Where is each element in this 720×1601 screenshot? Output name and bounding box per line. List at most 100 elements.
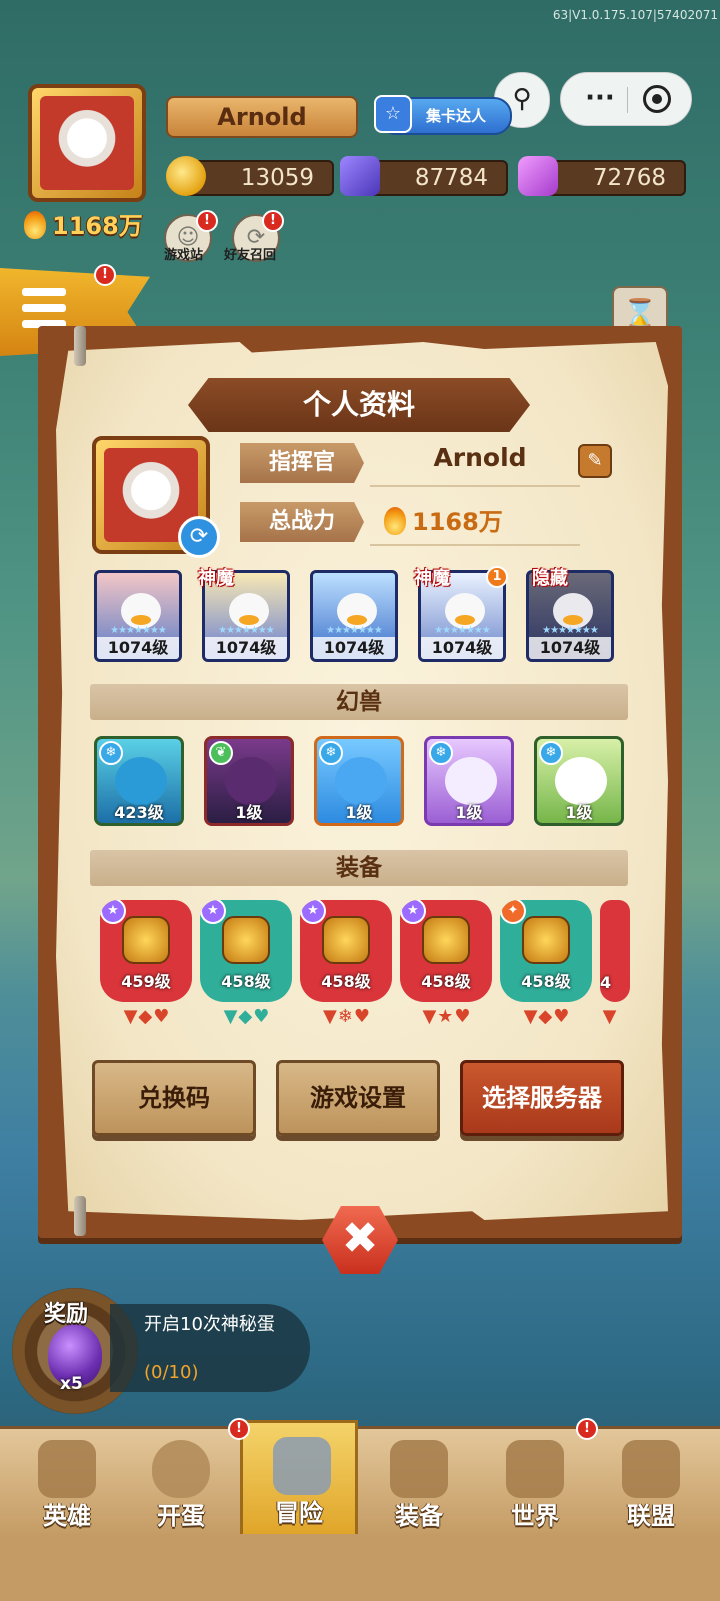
capsule-divider	[627, 87, 628, 113]
nav-label: 开蛋	[157, 1502, 205, 1530]
hero-level: 1074级	[313, 637, 395, 659]
gem-slots: ▼	[602, 1006, 618, 1027]
gem-icon	[518, 156, 558, 196]
alert-badge: !	[196, 210, 218, 232]
egg-icon	[152, 1440, 210, 1498]
shield-icon	[622, 1440, 680, 1498]
equipment-card[interactable]: ✦ 458级	[500, 900, 592, 1002]
hero-icon	[38, 1440, 96, 1498]
gem-value: 72768	[592, 165, 666, 191]
equipment-level: 458级	[421, 972, 471, 991]
more-icon[interactable]: ···	[575, 73, 625, 123]
game-station-label: 游戏站	[164, 248, 204, 263]
gold-counter[interactable]: 13059	[166, 156, 334, 196]
hero-rank-badge: 1	[486, 566, 508, 588]
nav-world[interactable]: 世界	[476, 1426, 594, 1534]
nav-label: 装备	[395, 1502, 443, 1530]
crystal-value: 87784	[414, 165, 488, 191]
panel-title: 个人资料	[188, 378, 530, 432]
nav-open-egg[interactable]: 开蛋	[122, 1426, 240, 1534]
equipment-level: 459级	[121, 972, 171, 991]
armor-icon	[222, 916, 270, 964]
equipment-level: 4	[600, 973, 612, 992]
equipment-card[interactable]: ★ 458级	[200, 900, 292, 1002]
ring-icon	[522, 916, 570, 964]
alert-badge: !	[94, 264, 116, 286]
hero-level: 1074级	[205, 637, 287, 659]
ice-element-icon: ❄	[539, 741, 563, 765]
version-text: 63|V1.0.175.107|57402071	[552, 8, 718, 22]
mini-program-capsule: ···	[560, 72, 692, 126]
gem-slots: ▼★♥	[422, 1006, 472, 1027]
divider	[370, 544, 580, 546]
beast-card[interactable]: ❄ 1级	[534, 736, 624, 826]
fire-badge-icon: ✦	[500, 900, 526, 924]
friend-recall-label: 好友召回	[224, 248, 277, 263]
nav-equipment[interactable]: 装备	[360, 1426, 478, 1534]
refresh-avatar-icon[interactable]: ⟳	[178, 516, 220, 558]
close-program-icon[interactable]	[643, 85, 671, 113]
hero-card[interactable]: ★★★★★★★ 1074级	[94, 570, 182, 662]
equipment-level: 458级	[221, 972, 271, 991]
beast-card[interactable]: ❄ 1级	[314, 736, 404, 826]
nav-adventure[interactable]: 冒险	[240, 1420, 358, 1538]
star-badge-icon: ★	[100, 900, 126, 924]
player-avatar[interactable]	[28, 84, 146, 202]
star-badge-icon: ★	[400, 900, 426, 924]
game-settings-button[interactable]: 游戏设置	[276, 1060, 440, 1136]
nav-label: 英雄	[43, 1502, 91, 1530]
beasts-section-header: 幻兽	[90, 684, 628, 720]
equipment-card[interactable]: ★ 459级	[100, 900, 192, 1002]
ice-element-icon: ❄	[429, 741, 453, 765]
helmet-icon	[422, 916, 470, 964]
gem-slots: ▼◆♥	[223, 1006, 271, 1027]
amulet-icon	[322, 916, 370, 964]
hero-level: 1074级	[97, 637, 179, 659]
beast-card[interactable]: ❄ 1级	[424, 736, 514, 826]
weapon-icon	[122, 916, 170, 964]
hero-tag: 神魔	[414, 568, 450, 589]
beast-level: 1级	[235, 803, 263, 822]
edit-name-icon[interactable]: ✎	[578, 444, 612, 478]
card-collector-icon: ☆	[374, 95, 412, 133]
ice-element-icon: ❄	[319, 741, 343, 765]
commander-label: 指挥官	[240, 443, 364, 483]
equipment-card[interactable]: 4	[600, 900, 630, 1002]
player-name[interactable]: Arnold	[166, 96, 358, 138]
gem-slots: ▼◆♥	[123, 1006, 171, 1027]
bottom-area	[0, 1534, 720, 1601]
nav-heroes[interactable]: 英雄	[8, 1426, 126, 1534]
hero-card[interactable]: ★★★★★★★ 1074级	[310, 570, 398, 662]
ice-element-icon: ❄	[99, 741, 123, 765]
redeem-code-button[interactable]: 兑换码	[92, 1060, 256, 1136]
alert-badge: !	[228, 1418, 250, 1440]
gem-slots: ▼◆♥	[523, 1006, 571, 1027]
equipment-level: 458级	[321, 972, 371, 991]
nature-element-icon: ❦	[209, 741, 233, 765]
task-description: 开启10次神秘蛋	[144, 1314, 275, 1335]
divider	[370, 485, 580, 487]
alert-badge: !	[262, 210, 284, 232]
beast-card[interactable]: ❦ 1级	[204, 736, 294, 826]
collector-badge[interactable]: ☆ 集卡达人	[374, 95, 512, 135]
crystal-counter[interactable]: 87784	[340, 156, 508, 196]
map-icon	[506, 1440, 564, 1498]
flame-icon	[384, 507, 406, 535]
crossed-swords-icon	[273, 1437, 331, 1495]
equipment-card[interactable]: ★ 458级	[300, 900, 392, 1002]
equipment-level: 458级	[521, 972, 571, 991]
player-power-value: 1168万	[52, 212, 143, 240]
equipment-card[interactable]: ★ 458级	[400, 900, 492, 1002]
nav-alliance[interactable]: 联盟	[592, 1426, 710, 1534]
hero-tag: 神魔	[198, 568, 234, 589]
gem-slots: ▼❄♥	[322, 1006, 372, 1027]
select-server-button[interactable]: 选择服务器	[460, 1060, 624, 1136]
power-label: 总战力	[240, 502, 364, 542]
gem-counter[interactable]: 72768	[518, 156, 686, 196]
nav-label: 冒险	[275, 1499, 323, 1527]
hero-level: 1074级	[421, 637, 503, 659]
beast-card[interactable]: ❄ 423级	[94, 736, 184, 826]
nav-label: 联盟	[627, 1502, 675, 1530]
star-badge-icon: ★	[200, 900, 226, 924]
reward-count: x5	[60, 1374, 83, 1394]
